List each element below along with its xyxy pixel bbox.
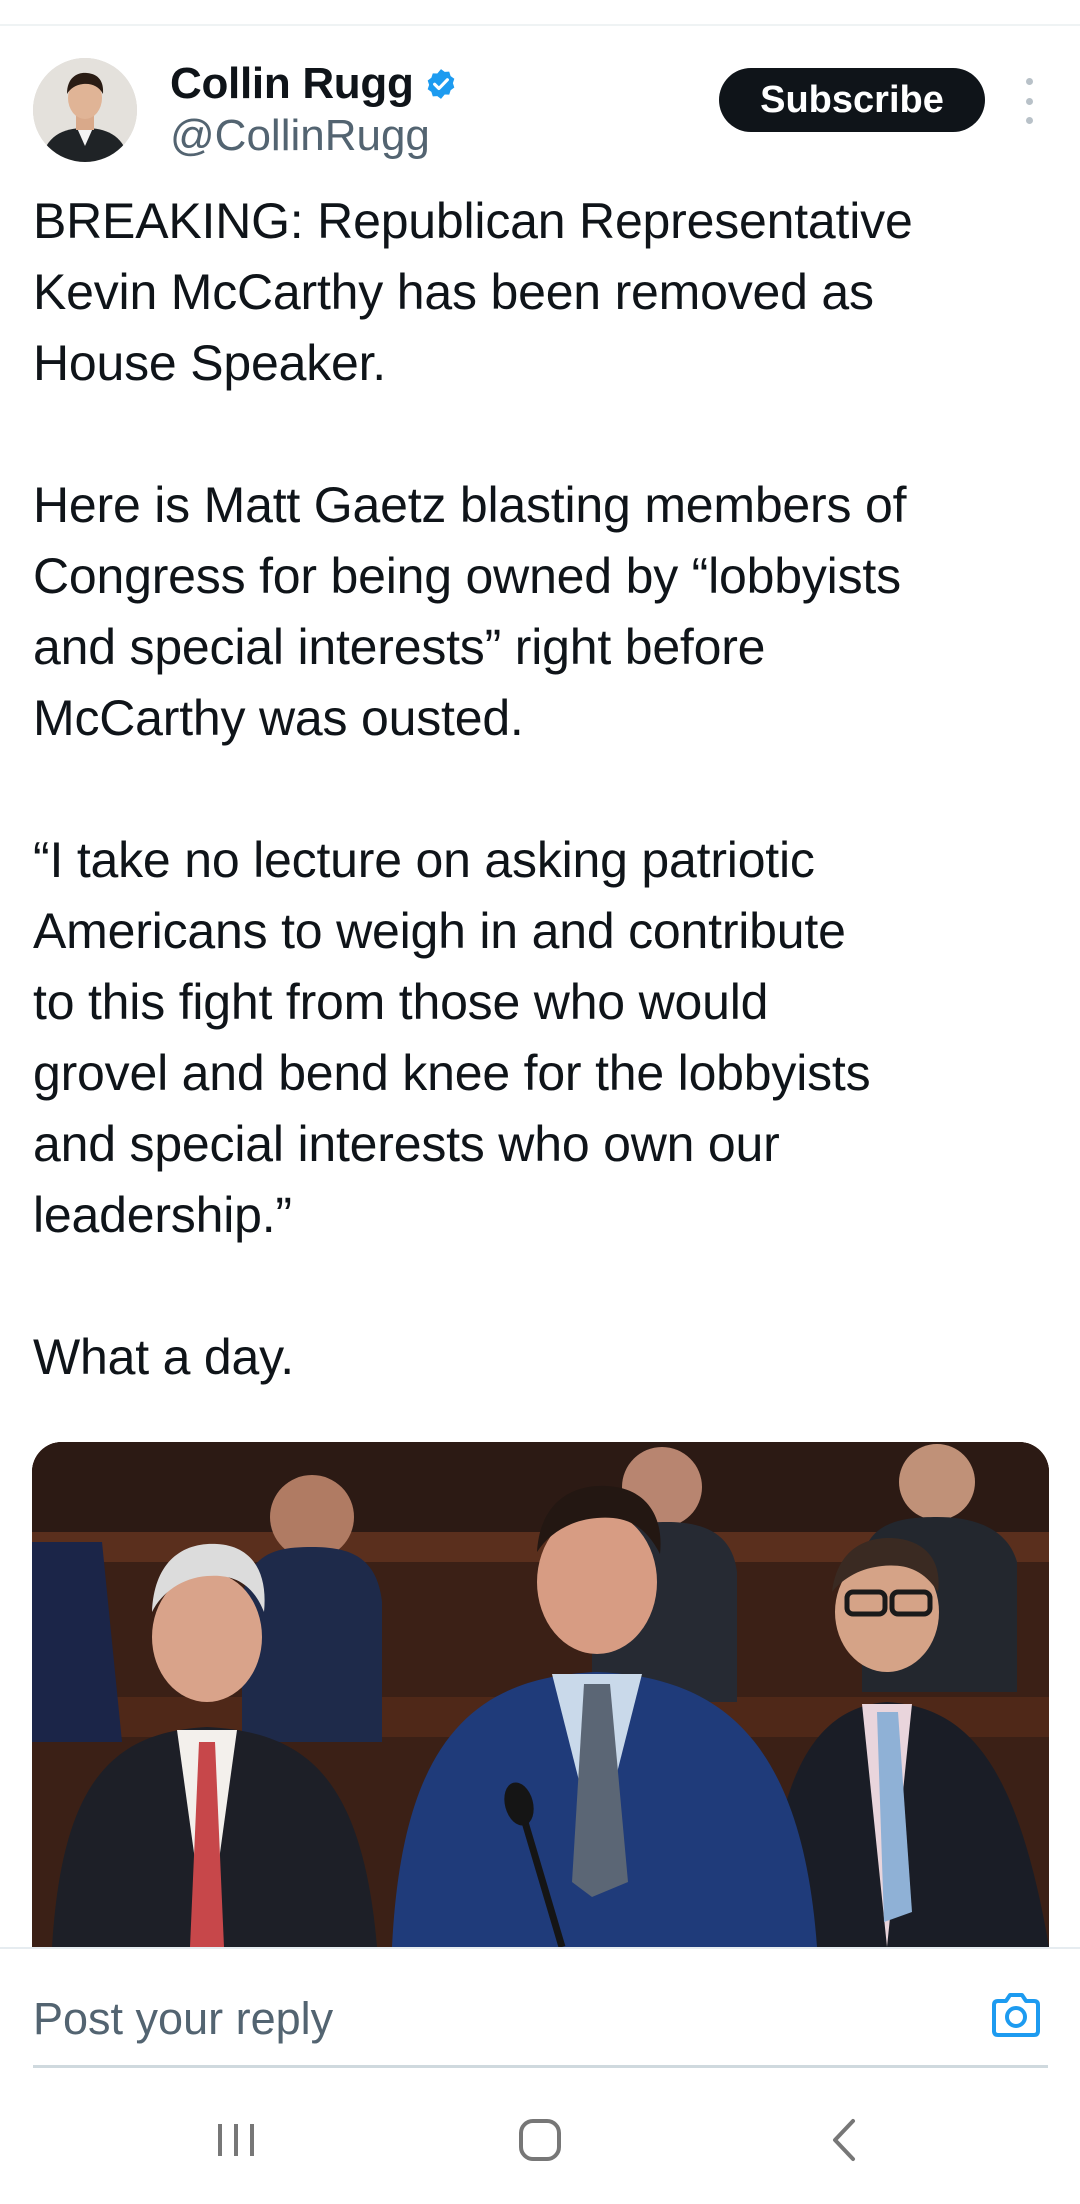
top-divider — [0, 24, 1080, 26]
system-nav-bar — [0, 2070, 1080, 2204]
reply-input[interactable]: Post your reply — [33, 1991, 333, 2047]
post-text: BREAKING: Republican Representative Kevi… — [33, 193, 913, 1385]
home-icon[interactable] — [500, 2110, 580, 2170]
camera-icon[interactable] — [990, 1991, 1042, 2039]
author-handle[interactable]: @CollinRugg — [170, 108, 430, 164]
author-name[interactable]: Collin Rugg — [170, 56, 414, 112]
reply-bar: Post your reply — [0, 1947, 1080, 2069]
back-icon[interactable] — [804, 2110, 884, 2170]
subscribe-button[interactable]: Subscribe — [719, 68, 985, 132]
verified-badge-icon — [424, 67, 458, 101]
post-header: Collin Rugg @CollinRugg Subscribe — [0, 56, 1080, 176]
more-vertical-icon[interactable] — [1014, 78, 1044, 124]
avatar[interactable] — [33, 58, 137, 162]
reply-underline — [33, 2065, 1048, 2068]
author-name-row[interactable]: Collin Rugg — [170, 56, 458, 112]
recents-icon[interactable] — [196, 2110, 276, 2170]
post-media-image[interactable] — [32, 1442, 1049, 1947]
